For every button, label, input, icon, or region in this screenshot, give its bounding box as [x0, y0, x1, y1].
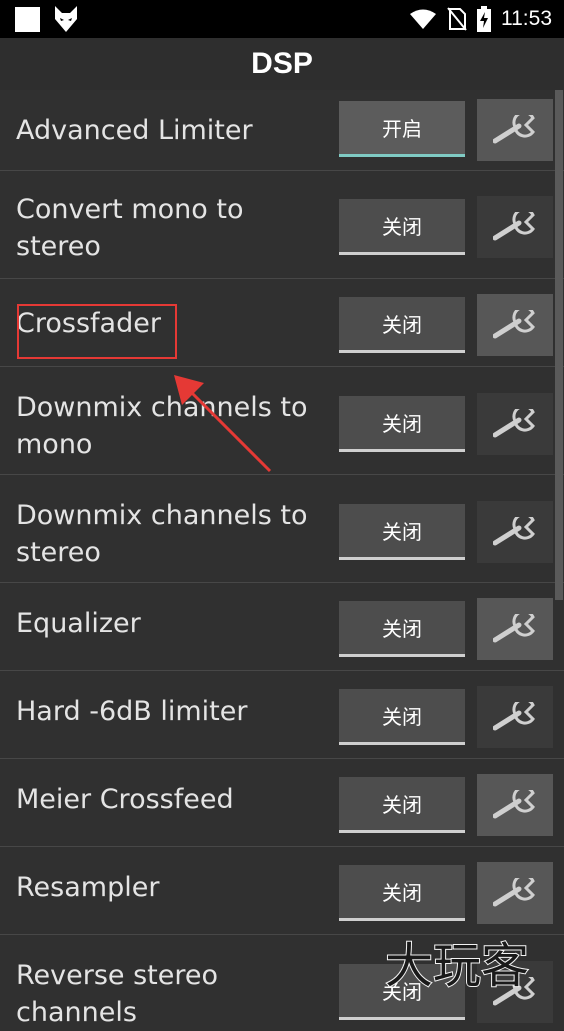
settings-button[interactable]: [477, 598, 553, 660]
settings-button[interactable]: [477, 862, 553, 924]
fox-notification-icon: [55, 6, 77, 32]
battery-charging-icon: [477, 6, 491, 32]
wrench-icon: [493, 614, 535, 643]
dsp-item-label: Meier Crossfeed: [16, 784, 234, 815]
wrench-icon: [493, 790, 535, 819]
toggle-button[interactable]: 关闭: [339, 865, 465, 921]
settings-button[interactable]: [477, 393, 553, 455]
app-title-bar: DSP: [0, 38, 564, 90]
dsp-item-label: Downmix channels to stereo: [16, 500, 308, 568]
dsp-item-label: Convert mono to stereo: [16, 194, 244, 262]
toggle-button[interactable]: 关闭: [339, 601, 465, 657]
wrench-icon: [493, 878, 535, 907]
scrollbar[interactable]: [555, 90, 563, 600]
dsp-item-label: Advanced Limiter: [16, 115, 253, 146]
wrench-icon: [493, 310, 535, 339]
crossfader-highlight-box: [17, 304, 177, 359]
wifi-icon: [410, 9, 436, 29]
settings-button[interactable]: [477, 686, 553, 748]
annotation-arrow-icon: [174, 375, 272, 473]
dsp-item-label: Reverse stereo channels: [16, 960, 219, 1028]
status-clock: 11:53: [501, 7, 552, 30]
toggle-button[interactable]: 关闭: [339, 689, 465, 745]
dsp-item-label: Resampler: [16, 872, 160, 903]
dsp-row-downmix-to-stereo: Downmix channels to stereo 关闭: [0, 474, 564, 583]
svg-text:大玩客: 大玩客: [385, 938, 529, 994]
wrench-icon: [493, 409, 535, 438]
dsp-row-downmix-to-mono: Downmix channels to mono 关闭: [0, 366, 564, 475]
dsp-item-label: Equalizer: [16, 608, 141, 639]
wrench-icon: [493, 115, 535, 144]
toggle-button[interactable]: 关闭: [339, 199, 465, 255]
notification-square-icon: [15, 7, 40, 32]
wrench-icon: [493, 212, 535, 241]
dsp-row-resampler: Resampler 关闭: [0, 846, 564, 935]
settings-button[interactable]: [477, 774, 553, 836]
toggle-button[interactable]: 关闭: [339, 777, 465, 833]
wrench-icon: [493, 517, 535, 546]
dsp-row-advanced-limiter: Advanced Limiter 开启: [0, 90, 564, 171]
toggle-button[interactable]: 关闭: [339, 297, 465, 353]
dsp-item-label: Hard -6dB limiter: [16, 696, 248, 727]
settings-button[interactable]: [477, 196, 553, 258]
dsp-row-convert-mono-to-stereo: Convert mono to stereo 关闭: [0, 170, 564, 279]
wrench-icon: [493, 702, 535, 731]
watermark-logo: 大玩客: [385, 937, 530, 995]
dsp-row-meier-crossfeed: Meier Crossfeed 关闭: [0, 758, 564, 847]
no-sim-icon: [447, 7, 467, 31]
settings-button[interactable]: [477, 99, 553, 161]
page-title: DSP: [251, 47, 313, 80]
toggle-button[interactable]: 关闭: [339, 396, 465, 452]
dsp-row-equalizer: Equalizer 关闭: [0, 582, 564, 671]
toggle-button[interactable]: 关闭: [339, 504, 465, 560]
settings-button[interactable]: [477, 294, 553, 356]
toggle-button[interactable]: 开启: [339, 101, 465, 157]
settings-button[interactable]: [477, 501, 553, 563]
dsp-row-hard-limiter: Hard -6dB limiter 关闭: [0, 670, 564, 759]
status-bar: 11:53: [0, 0, 564, 38]
